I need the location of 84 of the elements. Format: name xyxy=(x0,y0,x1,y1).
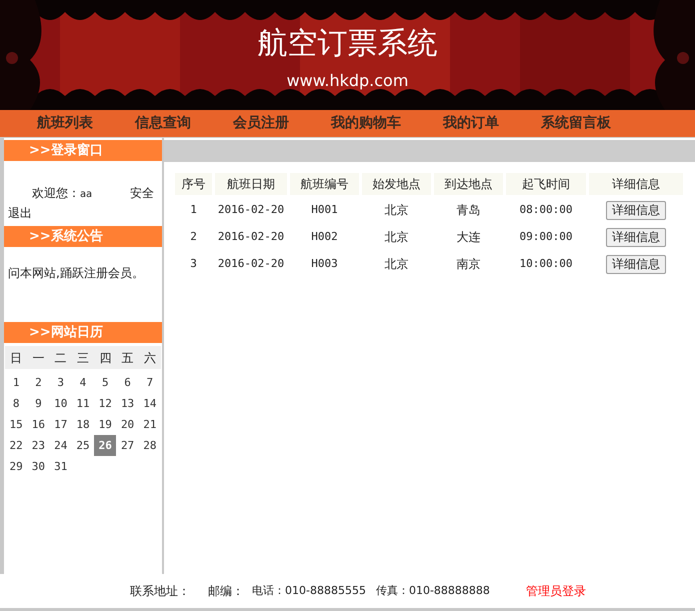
table-cell-text: H003 xyxy=(310,256,339,272)
column-header: 序号 xyxy=(175,173,212,195)
calendar-day[interactable]: 11 xyxy=(72,393,94,414)
login-status-text[interactable]: 欢迎您：aa 安全退出 xyxy=(8,184,156,222)
table-cell-text: 1 xyxy=(189,202,198,218)
nav-link[interactable]: 航班列表 xyxy=(37,113,93,134)
calendar-day[interactable]: 8 xyxy=(5,393,28,414)
footer-text: 联系地址： xyxy=(130,583,190,600)
calendar-day[interactable]: 12 xyxy=(94,393,116,414)
table-cell-text: 10:00:00 xyxy=(518,256,574,272)
weekday-label: 五 xyxy=(120,350,135,366)
footer-text: 电话：010-88885555 xyxy=(252,582,366,599)
weekday-label: 四 xyxy=(98,350,112,366)
calendar-day[interactable]: 16 xyxy=(27,414,50,435)
calendar-day[interactable]: 13 xyxy=(116,393,139,414)
calendar-day[interactable]: 31 xyxy=(50,456,72,477)
table-cell-text: 北京 xyxy=(384,202,410,219)
calendar-day[interactable]: 7 xyxy=(138,372,161,393)
calendar-day[interactable]: 25 xyxy=(72,435,94,456)
column-header: 到达地点 xyxy=(434,173,503,195)
table-cell-text: 09:00:00 xyxy=(518,228,574,245)
calendar-day[interactable]: 30 xyxy=(27,456,50,477)
notice-text: 问本网站,踊跃注册会员。 xyxy=(8,265,145,282)
calendar-day[interactable]: 1 xyxy=(5,372,28,393)
site-title: 航空订票系统 xyxy=(258,25,438,63)
column-header: 详细信息 xyxy=(589,173,683,195)
calendar-day[interactable]: 22 xyxy=(5,435,28,456)
details-button[interactable]: 详细信息 xyxy=(606,254,666,274)
calendar-day[interactable]: 15 xyxy=(5,414,28,435)
panel-header: >>网站日历 xyxy=(4,322,162,343)
calendar-day[interactable]: 19 xyxy=(94,414,116,435)
nav-link[interactable]: 我的订单 xyxy=(443,113,499,134)
calendar-day[interactable]: 21 xyxy=(138,414,161,435)
column-header: 航班编号 xyxy=(290,173,359,195)
admin-login-link[interactable]: 管理员登录 xyxy=(526,582,586,600)
calendar-day[interactable]: 24 xyxy=(50,435,72,456)
weekday-label: 六 xyxy=(142,350,157,366)
details-button[interactable]: 详细信息 xyxy=(606,200,666,220)
calendar-day[interactable]: 17 xyxy=(50,414,72,435)
column-header: 起飞时间 xyxy=(506,173,586,195)
table-cell-text: 2016-02-20 xyxy=(216,228,286,245)
table-cell-text: 3 xyxy=(189,256,198,272)
nav-link[interactable]: 信息查询 xyxy=(135,113,191,134)
calendar-day[interactable]: 26 xyxy=(94,435,116,456)
calendar-day[interactable]: 3 xyxy=(50,372,72,393)
calendar-day[interactable]: 4 xyxy=(72,372,94,393)
column-header: 始发地点 xyxy=(362,173,431,195)
table-cell-text: 08:00:00 xyxy=(518,202,574,218)
weekday-label: 日 xyxy=(9,350,24,366)
table-cell-text: 2 xyxy=(189,228,198,245)
calendar-day[interactable]: 10 xyxy=(50,393,72,414)
calendar-day[interactable]: 23 xyxy=(27,435,50,456)
calendar-day[interactable]: 6 xyxy=(116,372,139,393)
weekday-label: 二 xyxy=(54,350,68,366)
footer-text: 传真：010-88888888 xyxy=(376,582,490,599)
nav-link[interactable]: 我的购物车 xyxy=(331,113,401,134)
table-cell-text: H002 xyxy=(310,228,339,245)
table-cell-text: 青岛 xyxy=(456,202,482,219)
table-cell-text: 2016-02-20 xyxy=(216,256,286,272)
table-cell-text: 北京 xyxy=(384,229,410,246)
table-cell-text: 南京 xyxy=(456,256,482,273)
calendar-day[interactable]: 18 xyxy=(72,414,94,435)
calendar-day[interactable]: 9 xyxy=(27,393,50,414)
calendar-day[interactable]: 20 xyxy=(116,414,139,435)
panel-header: >>系统公告 xyxy=(4,226,162,247)
calendar-day[interactable]: 27 xyxy=(116,435,139,456)
table-cell-text: 大连 xyxy=(456,229,482,246)
details-button[interactable]: 详细信息 xyxy=(606,228,666,246)
calendar-day[interactable]: 5 xyxy=(94,372,116,393)
weekday-label: 三 xyxy=(76,350,90,366)
panel-header: >>登录窗口 xyxy=(4,140,162,161)
calendar-day[interactable]: 28 xyxy=(138,435,161,456)
table-cell-text: 2016-02-20 xyxy=(216,202,286,218)
weekday-label: 一 xyxy=(31,350,46,366)
nav-link[interactable]: 会员注册 xyxy=(233,113,289,134)
table-cell-text: H001 xyxy=(310,202,339,218)
calendar-day[interactable]: 2 xyxy=(27,372,50,393)
nav-link[interactable]: 系统留言板 xyxy=(541,113,611,134)
footer-text: 邮编： xyxy=(208,583,244,600)
site-url: www.hkdp.com xyxy=(286,70,408,92)
column-header: 航班日期 xyxy=(215,173,287,195)
calendar-day[interactable]: 14 xyxy=(138,393,161,414)
calendar-day[interactable]: 29 xyxy=(5,456,28,477)
table-cell-text: 北京 xyxy=(384,256,410,273)
